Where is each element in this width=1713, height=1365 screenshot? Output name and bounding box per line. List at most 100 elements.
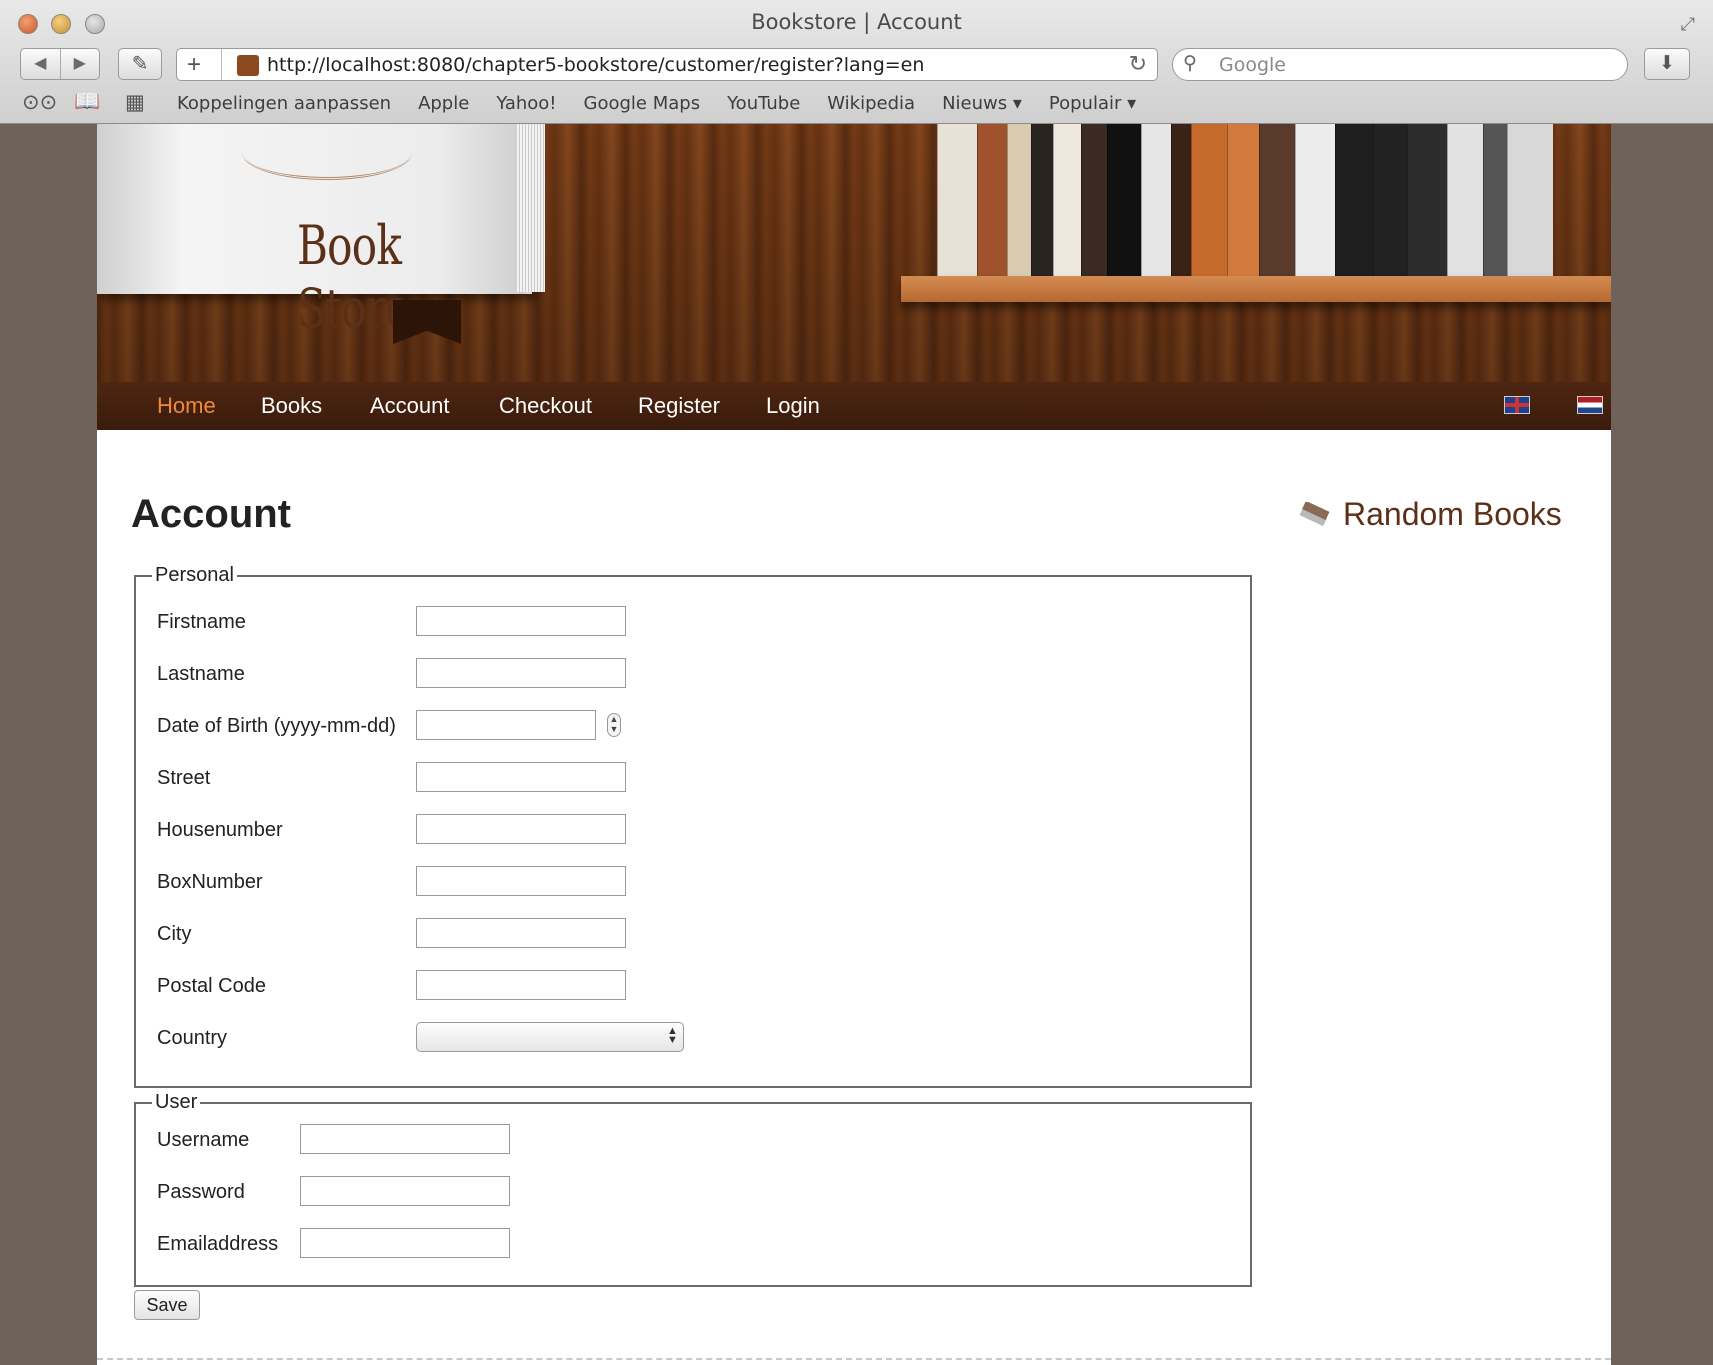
book-spine bbox=[1335, 124, 1373, 276]
nav-home[interactable]: Home bbox=[157, 393, 216, 419]
firstname-label: Firstname bbox=[157, 611, 246, 633]
book-spine bbox=[1141, 124, 1171, 276]
book-spine bbox=[1227, 124, 1259, 276]
book-spine bbox=[1295, 124, 1335, 276]
bookmark-item[interactable]: Yahoo! bbox=[496, 93, 556, 114]
window-title: Bookstore | Account bbox=[751, 10, 962, 34]
random-books-heading: Random Books bbox=[1343, 496, 1562, 532]
forward-icon[interactable]: ▶ bbox=[61, 49, 100, 79]
password-label: Password bbox=[157, 1181, 245, 1203]
book-spine bbox=[1053, 124, 1081, 276]
country-select[interactable] bbox=[416, 1022, 684, 1052]
book-spine bbox=[1483, 124, 1507, 276]
bookmark-item[interactable]: Google Maps bbox=[584, 93, 701, 114]
books-icon bbox=[1299, 502, 1330, 527]
download-icon: ⬇ bbox=[1659, 53, 1675, 74]
browser-toolbar: ◀ ▶ ✎ + http://localhost:8080/chapter5-b… bbox=[0, 44, 1713, 84]
save-button[interactable]: Save bbox=[134, 1290, 200, 1320]
reload-icon[interactable]: ↻ bbox=[1129, 51, 1147, 77]
book-spine bbox=[1373, 124, 1407, 276]
footer-divider bbox=[97, 1358, 1611, 1360]
housenumber-input[interactable] bbox=[416, 814, 626, 844]
nav-register[interactable]: Register bbox=[638, 393, 720, 419]
bookshelf-graphic bbox=[901, 276, 1611, 302]
lastname-label: Lastname bbox=[157, 663, 245, 685]
english-flag-icon[interactable] bbox=[1504, 396, 1530, 414]
bookmarks-book-icon[interactable]: 📖 bbox=[74, 90, 100, 114]
city-label: City bbox=[157, 923, 192, 945]
housenumber-label: Housenumber bbox=[157, 819, 283, 841]
book-spine bbox=[1191, 124, 1227, 276]
main-navigation: Home Books Account Checkout Register Log… bbox=[97, 382, 1611, 430]
postal-code-input[interactable] bbox=[416, 970, 626, 1000]
boxnumber-input[interactable] bbox=[416, 866, 626, 896]
bookmark-item[interactable]: Apple bbox=[418, 93, 469, 114]
search-icon: ⚲ bbox=[1183, 53, 1197, 74]
book-spine bbox=[977, 124, 1007, 276]
book-spine bbox=[1259, 124, 1295, 276]
select-arrows-icon: ▲ ▼ bbox=[667, 1025, 678, 1046]
postal-code-label: Postal Code bbox=[157, 975, 266, 997]
header-banner: Book Store bbox=[97, 124, 1611, 382]
dutch-flag-icon[interactable] bbox=[1577, 396, 1603, 414]
fullscreen-icon[interactable]: ⤢ bbox=[1681, 14, 1695, 35]
nav-books[interactable]: Books bbox=[261, 393, 322, 419]
site-favicon-icon bbox=[237, 55, 259, 76]
username-input[interactable] bbox=[300, 1124, 510, 1154]
bookmark-item[interactable]: Nieuws ▾ bbox=[942, 93, 1022, 114]
user-legend: User bbox=[155, 1091, 198, 1113]
password-input[interactable] bbox=[300, 1176, 510, 1206]
lastname-input[interactable] bbox=[416, 658, 626, 688]
downloads-button[interactable]: ⬇ bbox=[1644, 48, 1690, 80]
city-input[interactable] bbox=[416, 918, 626, 948]
personal-legend: Personal bbox=[155, 564, 234, 586]
address-bar[interactable]: + http://localhost:8080/chapter5-booksto… bbox=[176, 48, 1158, 81]
search-bar[interactable]: ⚲ bbox=[1172, 48, 1628, 81]
dob-input[interactable] bbox=[416, 710, 596, 740]
street-input[interactable] bbox=[416, 762, 626, 792]
bookmark-items: Koppelingen aanpassen Apple Yahoo! Googl… bbox=[177, 93, 1163, 114]
firstname-input[interactable] bbox=[416, 606, 626, 636]
book-spine bbox=[1407, 124, 1447, 276]
boxnumber-label: BoxNumber bbox=[157, 871, 263, 893]
nav-checkout[interactable]: Checkout bbox=[499, 393, 592, 419]
nav-login[interactable]: Login bbox=[766, 393, 820, 419]
nav-account[interactable]: Account bbox=[370, 393, 450, 419]
reading-list-icon[interactable]: ⊙⊙ bbox=[22, 90, 57, 115]
bookmark-item[interactable]: Wikipedia bbox=[827, 93, 915, 114]
username-label: Username bbox=[157, 1129, 250, 1151]
add-bookmark-icon[interactable]: + bbox=[187, 51, 201, 79]
book-spine bbox=[1107, 124, 1141, 276]
personal-fieldset: Personal bbox=[134, 564, 1252, 1088]
bookmark-item[interactable]: YouTube bbox=[727, 93, 800, 114]
top-sites-grid-icon[interactable]: ▦ bbox=[125, 90, 145, 115]
book-spine bbox=[937, 124, 977, 276]
street-label: Street bbox=[157, 767, 211, 789]
email-label: Emailaddress bbox=[157, 1233, 279, 1255]
book-spine bbox=[1081, 124, 1107, 276]
ornament-graphic bbox=[242, 126, 412, 180]
share-icon: ✎ bbox=[131, 53, 149, 75]
date-stepper[interactable]: ▲ ▼ bbox=[607, 713, 621, 737]
dob-label: Date of Birth (yyyy-mm-dd) bbox=[157, 715, 396, 737]
web-page: Book Store Home Books Account Checkout R… bbox=[97, 124, 1611, 1365]
book-spine bbox=[1507, 124, 1553, 276]
country-label: Country bbox=[157, 1027, 228, 1049]
book-spine bbox=[1447, 124, 1483, 276]
bookmark-item[interactable]: Koppelingen aanpassen bbox=[177, 93, 391, 114]
back-icon[interactable]: ◀ bbox=[21, 49, 61, 79]
bookmarks-bar: ⊙⊙ 📖 ▦ Koppelingen aanpassen Apple Yahoo… bbox=[0, 88, 1713, 120]
history-buttons: ◀ ▶ bbox=[20, 48, 100, 80]
search-input[interactable] bbox=[1219, 53, 1609, 77]
book-cover-image: Book Store bbox=[97, 124, 532, 340]
bookmark-item[interactable]: Populair ▾ bbox=[1049, 93, 1136, 114]
email-input[interactable] bbox=[300, 1228, 510, 1258]
book-spine bbox=[1007, 124, 1031, 276]
title-bar: Bookstore | Account ⤢ bbox=[0, 0, 1713, 44]
share-button[interactable]: ✎ bbox=[118, 48, 162, 80]
url-text[interactable]: http://localhost:8080/chapter5-bookstore… bbox=[267, 54, 924, 76]
page-title: Account bbox=[131, 492, 291, 536]
book-spine bbox=[1031, 124, 1053, 276]
book-spine bbox=[1171, 124, 1191, 276]
browser-chrome: Bookstore | Account ⤢ ◀ ▶ ✎ + http://loc… bbox=[0, 0, 1713, 124]
